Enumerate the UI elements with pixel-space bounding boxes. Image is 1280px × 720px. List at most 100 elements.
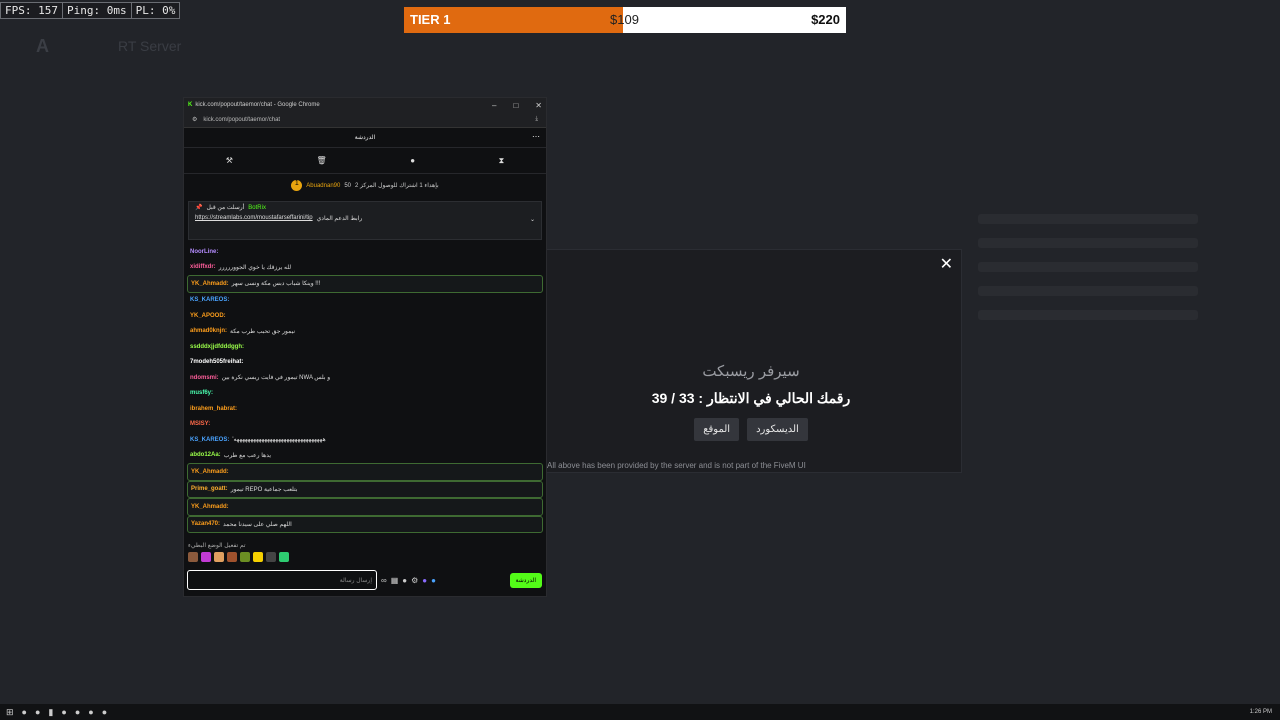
link-icon[interactable]: ∞ xyxy=(381,576,387,585)
chat-icon[interactable]: ● xyxy=(402,576,407,585)
emote[interactable] xyxy=(240,552,250,562)
chat-message: YK_Ahmadd: xyxy=(187,463,543,481)
chat-username[interactable]: musf6y: xyxy=(190,390,213,396)
expand-icon[interactable]: ⌄ xyxy=(530,216,535,223)
folder-icon[interactable]: ▮ xyxy=(48,707,53,718)
chat-message: abdo12Aa: يدها رعب مع طرب xyxy=(190,448,540,464)
pinned-by: أرسلت من قبل xyxy=(206,205,245,211)
chat-message: xidiffxdr: لله يرزقك يا خوي الجووررررر xyxy=(190,260,540,276)
site-info-icon[interactable]: ⚙ xyxy=(192,116,197,123)
chat-text: لله يرزقك يا خوي الجووررررر xyxy=(218,264,292,271)
discord-button[interactable]: الديسكورد xyxy=(747,418,808,441)
gifter-count: 50 xyxy=(344,182,352,189)
7tv-icon[interactable]: ● xyxy=(422,576,427,585)
chat-username[interactable]: abdo12Aa: xyxy=(190,452,221,458)
server-name: سيرفر ريسبكت xyxy=(702,363,800,380)
more-icon[interactable]: ⋯ xyxy=(532,132,540,141)
queue-position: رقمك الحالي في الانتظار : 33 / 39 xyxy=(651,390,851,406)
emote-bar xyxy=(188,552,289,562)
slow-mode-label: تم تفعيل الوضع البطيء xyxy=(188,543,246,549)
tier-name: TIER 1 xyxy=(410,12,451,27)
minimize-icon[interactable]: – xyxy=(492,101,496,110)
bg-server-logo: A xyxy=(36,36,49,56)
emote[interactable] xyxy=(201,552,211,562)
chat-username[interactable]: MSISY: xyxy=(190,421,210,427)
modal-disclaimer: All above has been provided by the serve… xyxy=(547,461,806,470)
send-chat-button[interactable]: الدردشة xyxy=(509,572,542,588)
chat-header: الدردشة ⋯ xyxy=(184,128,546,148)
chat-username[interactable]: YK_Ahmadd: xyxy=(191,504,229,510)
chat-username[interactable]: Yazan470: xyxy=(191,521,220,527)
perf-hud: FPS: 157 Ping: 0ms PL: 0% xyxy=(0,2,181,19)
chat-username[interactable]: NoorLine: xyxy=(190,249,218,255)
start-icon[interactable]: ⊞ xyxy=(6,707,14,718)
chat-input[interactable]: إرسال رسالة xyxy=(187,570,377,590)
maximize-icon[interactable]: □ xyxy=(513,101,518,110)
app-icon[interactable]: ● xyxy=(75,707,80,718)
chat-input-row: إرسال رسالة ∞ ▦ ● ⚙ ● ● الدردشة xyxy=(187,568,542,592)
chat-text: تيمور REPO بتلعب جماعية xyxy=(230,486,298,493)
download-icon[interactable]: ⤓ xyxy=(535,116,538,123)
chat-messages: NoorLine: xidiffxdr: لله يرزقك يا خوي الجو… xyxy=(184,242,546,535)
app-icon[interactable]: ● xyxy=(61,707,66,718)
chat-username[interactable]: Prime_goatt: xyxy=(191,486,228,492)
chat-message: ibrahem_habrat: xyxy=(190,401,540,417)
emote[interactable] xyxy=(253,552,263,562)
settings-icon[interactable]: ⚙ xyxy=(411,576,418,585)
clock: 1:26 PM xyxy=(1249,709,1272,715)
url-text: kick.com/popout/taemor/chat xyxy=(203,116,281,123)
chat-username[interactable]: ndomsmi: xyxy=(190,375,219,381)
bg-server-title: RT Server xyxy=(118,38,182,54)
tier-current-amount: $109 xyxy=(610,12,639,27)
bg-side-panel xyxy=(958,200,1218,520)
website-button[interactable]: الموقع xyxy=(694,418,740,441)
chat-username[interactable]: ibrahem_habrat: xyxy=(190,406,237,412)
chat-message: MSISY: xyxy=(190,417,540,433)
chat-text: يدها رعب مع طرب xyxy=(223,452,272,459)
chat-username[interactable]: 7modeh505freihat: xyxy=(190,359,243,365)
donation-link[interactable]: https://streamlabs.com/moustafarseffarin… xyxy=(195,215,313,222)
hammer-icon[interactable]: ⚒ xyxy=(226,156,233,165)
chat-text: تيمور في فايت ريسي نكرة بين NWA و بلس xyxy=(221,375,331,382)
chat-bubble-icon[interactable]: ● xyxy=(410,156,415,165)
pin-icon: 📌 xyxy=(195,205,203,211)
chat-message: Yazan470: اللهم صلي على سيدنا محمد xyxy=(187,515,543,533)
emote[interactable] xyxy=(266,552,276,562)
chat-username[interactable]: ahmad0knjn: xyxy=(190,328,227,334)
gift-icon[interactable]: ▦ xyxy=(391,576,399,585)
gold-rank-icon: 1 xyxy=(291,180,303,191)
chat-text: اللهم صلي على سيدنا محمد xyxy=(223,521,292,528)
chat-username[interactable]: xidiffxdr: xyxy=(190,264,216,270)
chat-message: YK_APOOD: xyxy=(190,308,540,324)
address-bar[interactable]: ⚙ kick.com/popout/taemor/chat ⤓ xyxy=(184,112,546,128)
chat-username[interactable]: ssdddxjjdfdddggh: xyxy=(190,344,244,350)
emote[interactable] xyxy=(188,552,198,562)
app-icon[interactable]: ● xyxy=(88,707,93,718)
chat-message: ahmad0knjn: نيمور جق تحبب طرب مكة xyxy=(190,324,540,340)
search-icon[interactable]: ● xyxy=(22,707,27,718)
tier-progress-fill: TIER 1 $109 xyxy=(404,7,639,33)
chat-username[interactable]: KS_KAREOS: xyxy=(190,437,229,443)
chat-mod-tabs: ⚒ 🗑 ● ⧗ xyxy=(184,148,546,174)
window-titlebar: K kick.com/popout/taemor/chat - Google C… xyxy=(184,98,546,112)
hourglass-icon[interactable]: ⧗ xyxy=(499,156,505,166)
chat-title: الدردشة xyxy=(354,135,376,141)
bttv-icon[interactable]: ● xyxy=(431,576,436,585)
trash-icon[interactable]: 🗑 xyxy=(316,156,326,165)
tier-goal-amount: $220 xyxy=(811,12,840,27)
fps-counter: FPS: 157 xyxy=(0,2,63,19)
emote[interactable] xyxy=(279,552,289,562)
chat-username[interactable]: YK_Ahmadd: xyxy=(191,281,229,287)
app-icon[interactable]: ● xyxy=(102,707,107,718)
chat-username[interactable]: YK_Ahmadd: xyxy=(191,469,229,475)
chat-message: ssdddxjjdfdddggh: xyxy=(190,339,540,355)
close-window-icon[interactable]: ✕ xyxy=(535,101,542,110)
emote[interactable] xyxy=(214,552,224,562)
chat-username[interactable]: YK_APOOD: xyxy=(190,313,226,319)
emote[interactable] xyxy=(227,552,237,562)
packet-loss-counter: PL: 0% xyxy=(130,2,181,19)
chat-username[interactable]: KS_KAREOS: xyxy=(190,297,229,303)
browser-icon[interactable]: ● xyxy=(35,707,40,718)
chat-message: musf6y: xyxy=(190,386,540,402)
close-icon[interactable]: ✕ xyxy=(940,254,953,274)
